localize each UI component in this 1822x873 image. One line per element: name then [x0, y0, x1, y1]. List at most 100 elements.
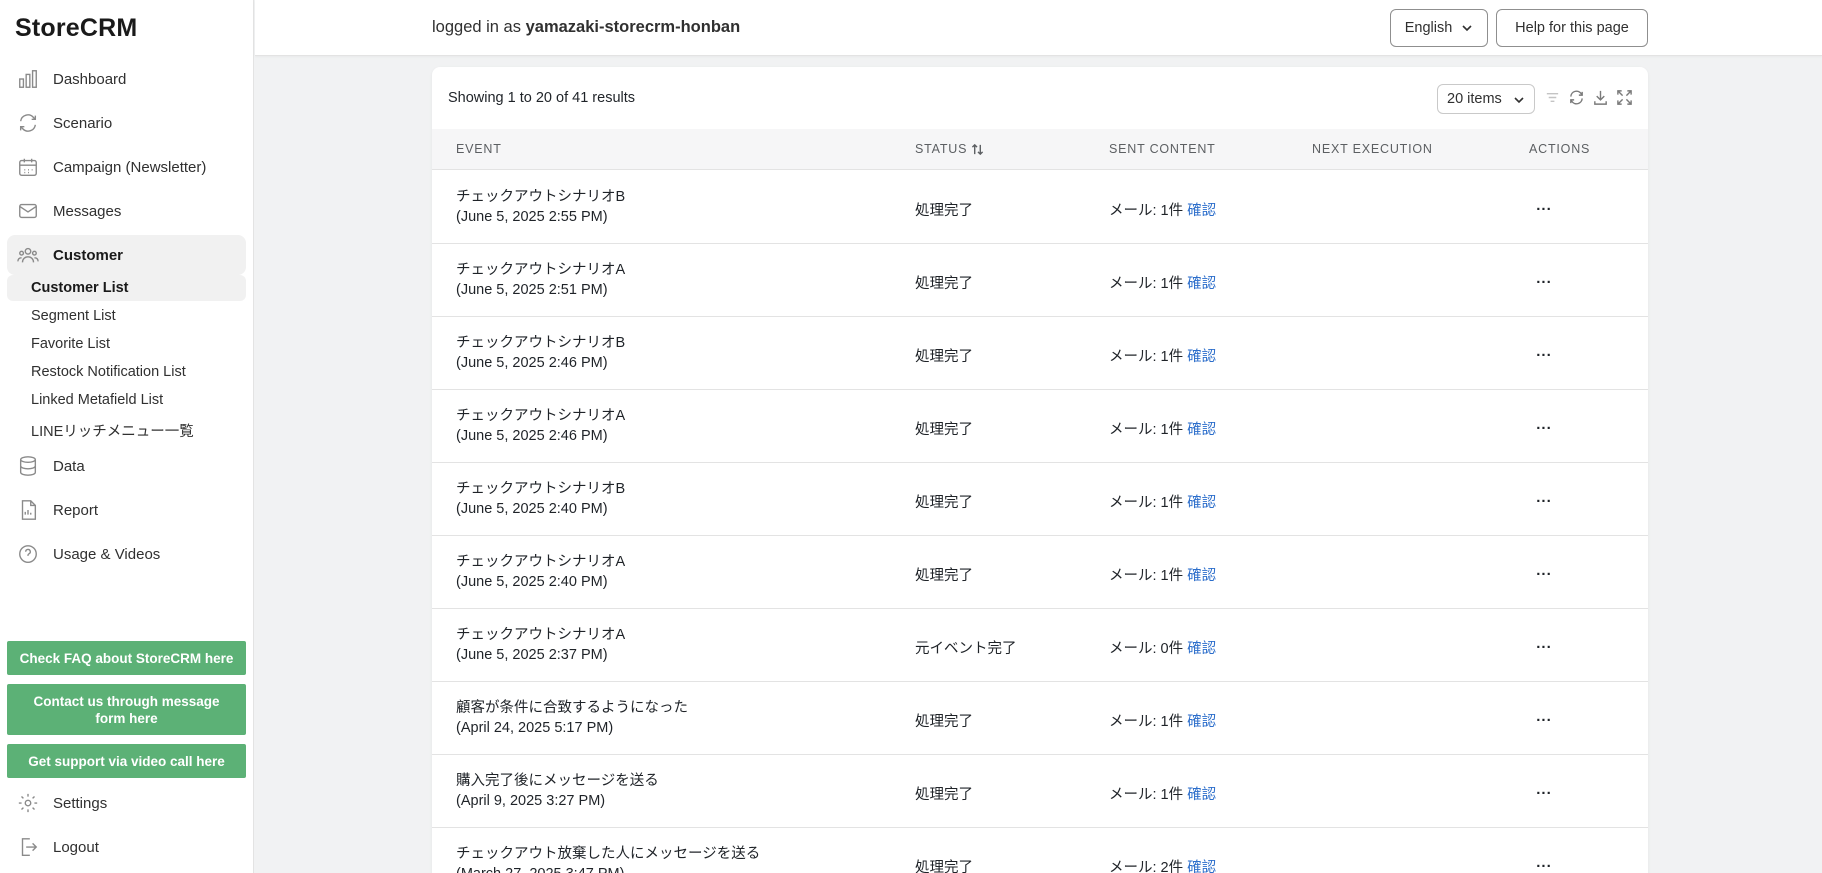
table-row: チェックアウトシナリオB (June 5, 2025 2:40 PM) 処理完了 メー… [432, 463, 1648, 536]
row-actions-button[interactable]: ... [1534, 489, 1554, 506]
row-actions-button[interactable]: ... [1534, 562, 1554, 579]
confirm-link[interactable]: 確認 [1187, 787, 1216, 803]
language-label: English [1404, 20, 1453, 36]
username: yamazaki-storecrm-honban [525, 18, 741, 36]
sidebar-subitem-line-rich-menu-list[interactable]: LINEリッチメニュー一覧 [31, 420, 194, 441]
sidebar-subitem-customer-list[interactable]: Customer List [7, 275, 246, 301]
bar-chart-icon [17, 68, 39, 90]
event-name: 顧客が条件に合致するようになった [456, 700, 688, 716]
sent-content-cell: メール: 1件 確認 [1109, 564, 1216, 585]
logout-icon [17, 836, 39, 858]
sent-count: メール: 1件 [1109, 203, 1184, 219]
row-actions-button[interactable]: ... [1534, 197, 1554, 214]
database-icon [17, 455, 39, 477]
event-date: (June 5, 2025 2:40 PM) [456, 501, 608, 517]
help-icon [17, 543, 39, 565]
confirm-link[interactable]: 確認 [1187, 349, 1216, 365]
chevron-down-icon [1462, 25, 1472, 32]
sidebar-item-report[interactable]: Report [7, 490, 246, 530]
confirm-link[interactable]: 確認 [1187, 568, 1216, 584]
sidebar-item-messages[interactable]: Messages [7, 191, 246, 231]
sidebar-subitem-segment-list[interactable]: Segment List [31, 308, 116, 324]
video-call-support-button[interactable]: Get support via video call here [7, 744, 246, 778]
event-name: チェックアウトシナリオA [456, 262, 626, 278]
status-cell: 処理完了 [915, 276, 973, 292]
chevron-down-icon [1514, 97, 1524, 104]
event-cell: チェックアウトシナリオA (June 5, 2025 2:46 PM) [456, 406, 625, 446]
event-table-card: Showing 1 to 20 of 41 results 20 items E… [432, 67, 1648, 873]
event-cell: チェックアウトシナリオA (June 5, 2025 2:40 PM) [456, 552, 625, 592]
confirm-link[interactable]: 確認 [1187, 495, 1216, 511]
language-select[interactable]: English [1390, 9, 1488, 47]
sidebar-item-label: Usage & Videos [53, 545, 161, 563]
event-cell: チェックアウトシナリオB (June 5, 2025 2:55 PM) [456, 187, 625, 227]
event-name: 購入完了後にメッセージを送る [456, 773, 659, 789]
sidebar-item-data[interactable]: Data [7, 446, 246, 486]
event-name: チェックアウト放棄した人にメッセージを送る [456, 846, 761, 862]
column-header-next-execution: NEXT EXECUTION [1312, 142, 1433, 156]
event-date: (June 5, 2025 2:46 PM) [456, 355, 608, 371]
sidebar-subitem-linked-metafield-list[interactable]: Linked Metafield List [31, 392, 163, 408]
sidebar-subitem-restock-notification-list[interactable]: Restock Notification List [31, 364, 186, 380]
confirm-link[interactable]: 確認 [1187, 203, 1216, 219]
event-name: チェックアウトシナリオA [456, 408, 626, 424]
items-per-page-select[interactable]: 20 items [1437, 84, 1535, 114]
app-logo[interactable]: StoreCRM [15, 14, 137, 43]
sent-content-cell: メール: 1件 確認 [1109, 199, 1216, 220]
column-header-status[interactable]: STATUS [915, 142, 984, 156]
sent-content-cell: メール: 1件 確認 [1109, 345, 1216, 366]
sent-content-cell: メール: 1件 確認 [1109, 710, 1216, 731]
sort-icon [972, 143, 984, 155]
sidebar-item-logout[interactable]: Logout [7, 827, 246, 867]
event-cell: チェックアウトシナリオA (June 5, 2025 2:51 PM) [456, 260, 625, 300]
faq-button[interactable]: Check FAQ about StoreCRM here [7, 641, 246, 675]
table-row: チェックアウトシナリオB (June 5, 2025 2:46 PM) 処理完了 メー… [432, 317, 1648, 390]
event-date: (April 24, 2025 5:17 PM) [456, 720, 614, 736]
row-actions-button[interactable]: ... [1534, 416, 1554, 433]
sent-count: メール: 1件 [1109, 276, 1184, 292]
sidebar-item-scenario[interactable]: Scenario [7, 103, 246, 143]
sidebar-item-label: Report [53, 501, 99, 519]
event-name: チェックアウトシナリオB [456, 481, 626, 497]
sidebar-subitem-favorite-list[interactable]: Favorite List [31, 336, 110, 352]
sidebar-item-usage-videos[interactable]: Usage & Videos [7, 534, 246, 574]
status-cell: 処理完了 [915, 787, 973, 803]
gear-icon [17, 792, 39, 814]
event-cell: チェックアウトシナリオB (June 5, 2025 2:46 PM) [456, 333, 625, 373]
sent-content-cell: メール: 1件 確認 [1109, 272, 1216, 293]
sent-content-cell: メール: 0件 確認 [1109, 637, 1216, 658]
row-actions-button[interactable]: ... [1534, 270, 1554, 287]
row-actions-button[interactable]: ... [1534, 854, 1554, 871]
filter-icon[interactable] [1544, 89, 1561, 106]
table-row: チェックアウト放棄した人にメッセージを送る (March 27, 2025 3:4… [432, 828, 1648, 873]
table-row: チェックアウトシナリオB (June 5, 2025 2:55 PM) 処理完了 メー… [432, 171, 1648, 244]
table-row: 顧客が条件に合致するようになった (April 24, 2025 5:17 PM)… [432, 682, 1648, 755]
top-header: logged in as yamazaki-storecrm-honban En… [255, 0, 1822, 56]
confirm-link[interactable]: 確認 [1187, 422, 1216, 438]
sidebar-item-campaign[interactable]: Campaign (Newsletter) [7, 147, 246, 187]
row-actions-button[interactable]: ... [1534, 781, 1554, 798]
help-button[interactable]: Help for this page [1496, 9, 1648, 47]
sidebar-item-customer[interactable]: Customer [7, 235, 246, 275]
confirm-link[interactable]: 確認 [1187, 641, 1216, 657]
sidebar-item-settings[interactable]: Settings [7, 783, 246, 823]
confirm-link[interactable]: 確認 [1187, 714, 1216, 730]
event-cell: 購入完了後にメッセージを送る (April 9, 2025 3:27 PM) [456, 771, 659, 811]
confirm-link[interactable]: 確認 [1187, 276, 1216, 292]
download-icon[interactable] [1592, 89, 1609, 106]
sidebar-item-dashboard[interactable]: Dashboard [7, 59, 246, 99]
refresh-icon[interactable] [1568, 89, 1585, 106]
sent-count: メール: 1件 [1109, 714, 1184, 730]
row-actions-button[interactable]: ... [1534, 635, 1554, 652]
status-cell: 処理完了 [915, 568, 973, 584]
event-name: チェックアウトシナリオB [456, 189, 626, 205]
sidebar-item-label: Settings [53, 794, 108, 812]
row-actions-button[interactable]: ... [1534, 708, 1554, 725]
row-actions-button[interactable]: ... [1534, 343, 1554, 360]
contact-form-button[interactable]: Contact us through message form here [7, 684, 246, 735]
sidebar: StoreCRM Dashboard Scenario Campaign (Ne… [0, 0, 254, 873]
confirm-link[interactable]: 確認 [1187, 860, 1216, 873]
status-cell: 処理完了 [915, 422, 973, 438]
fullscreen-icon[interactable] [1616, 89, 1633, 106]
mail-icon [17, 200, 39, 222]
